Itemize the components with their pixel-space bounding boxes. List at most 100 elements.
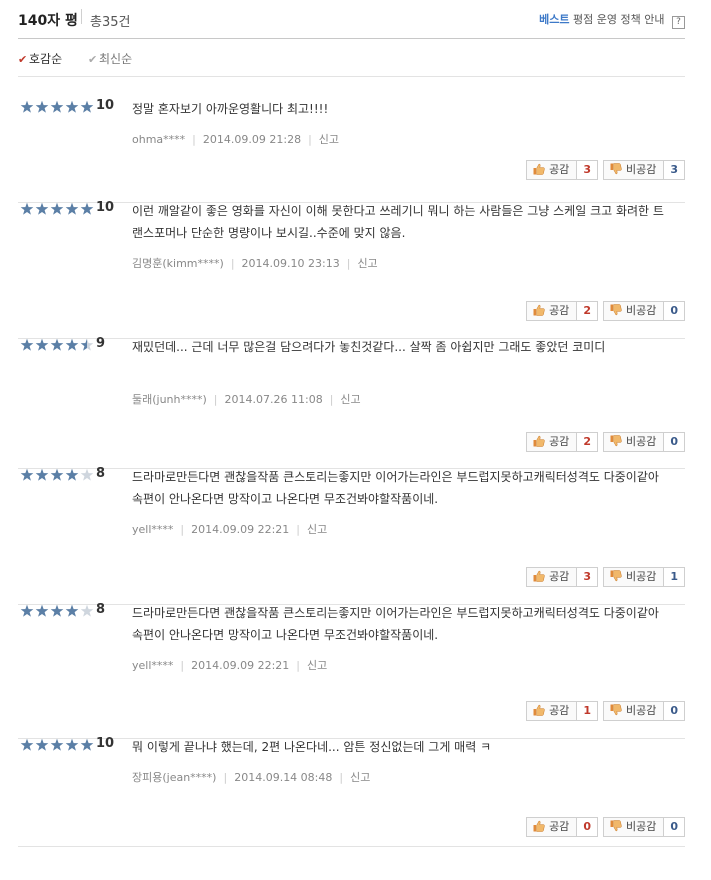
- review-item: 10 뭐 이렇게 끝나냐 했는데, 2편 나온다네... 암튼 정신없는데 그게 …: [18, 736, 685, 847]
- like-count: 2: [576, 433, 597, 451]
- dislike-label: 비공감: [625, 820, 657, 833]
- report-link[interactable]: 신고: [357, 257, 377, 270]
- like-label: 공감: [549, 304, 570, 317]
- thumbs-up-icon: [533, 435, 545, 447]
- thumbs-down-icon: [610, 304, 622, 316]
- best-link[interactable]: 베스트: [539, 13, 569, 26]
- rating-score: 9: [96, 336, 106, 351]
- divider: |: [223, 771, 228, 784]
- divider: |: [308, 133, 312, 146]
- review-author: ohma****: [132, 133, 186, 146]
- rating-stars: [20, 604, 96, 618]
- review-section: 140자 평 총35건 베스트 평점 운영 정책 안내 ? ✔ 호감순 ✔ 최신순 …: [18, 0, 685, 847]
- sort-by-latest[interactable]: ✔ 최신순: [88, 50, 132, 67]
- star-icon: [50, 738, 64, 751]
- review-date: 2014.09.14 08:48: [234, 771, 333, 784]
- like-button[interactable]: 공감 2: [526, 301, 598, 321]
- dislike-count: 3: [663, 161, 684, 179]
- rating-stars: [20, 738, 96, 752]
- like-button[interactable]: 공감 1: [526, 701, 598, 721]
- star-icon: [65, 604, 79, 617]
- vote-buttons: 공감 2 비공감 0: [521, 432, 685, 452]
- dislike-button[interactable]: 비공감 1: [602, 567, 685, 587]
- dislike-count: 0: [663, 702, 684, 720]
- divider: |: [296, 659, 301, 672]
- star-icon: [65, 100, 79, 113]
- review-date: 2014.09.10 23:13: [241, 257, 340, 270]
- rating-stars: [20, 338, 96, 352]
- like-label: 공감: [549, 820, 570, 833]
- review-author: 장피용(jean****): [132, 771, 217, 784]
- star-icon: [50, 468, 64, 481]
- review-date: 2014.09.09 21:28: [202, 133, 302, 146]
- like-count: 0: [576, 818, 597, 836]
- vote-buttons: 공감 3 비공감 1: [521, 567, 685, 587]
- dislike-button[interactable]: 비공감 3: [602, 160, 685, 180]
- star-empty-icon: [80, 468, 94, 481]
- vote-buttons: 공감 2 비공감 0: [521, 301, 685, 321]
- star-rating: [20, 100, 94, 113]
- review-text: 이런 깨알같이 좋은 영화를 자신이 이해 못한다고 쓰레기니 뭐니 하는 사람…: [132, 204, 664, 240]
- vote-buttons: 공감 3 비공감 3: [521, 160, 685, 180]
- report-link[interactable]: 신고: [350, 771, 370, 784]
- star-icon: [80, 738, 94, 751]
- review-text: 정말 혼자보기 아까운영활니다 최고!!!!: [132, 102, 329, 116]
- review-item: 8 드라마로만든다면 괜찮을작품 큰스토리는좋지만 이어가는라인은 부드럽지못하고…: [18, 602, 685, 739]
- rating-score: 8: [96, 602, 106, 617]
- star-icon: [20, 338, 34, 351]
- review-date: 2014.07.26 11:08: [224, 393, 323, 406]
- thumbs-down-icon: [610, 820, 622, 832]
- like-label: 공감: [549, 570, 570, 583]
- dislike-label: 비공감: [625, 704, 657, 717]
- rating-score: 8: [96, 466, 106, 481]
- star-icon: [80, 100, 94, 113]
- like-button[interactable]: 공감 3: [526, 567, 598, 587]
- review-header: 140자 평 총35건 베스트 평점 운영 정책 안내 ?: [18, 0, 685, 39]
- review-author: 둘래(junh****): [132, 393, 207, 406]
- report-link[interactable]: 신고: [307, 523, 327, 536]
- divider: |: [180, 659, 185, 672]
- thumbs-down-icon: [610, 163, 622, 175]
- like-button[interactable]: 공감 3: [526, 160, 598, 180]
- divider: |: [329, 393, 334, 406]
- report-link[interactable]: 신고: [340, 393, 360, 406]
- like-button[interactable]: 공감 2: [526, 432, 598, 452]
- sort-label: 최신순: [99, 52, 133, 66]
- dislike-count: 1: [663, 568, 684, 586]
- star-icon: [80, 202, 94, 215]
- review-meta: yell**** | 2014.09.09 22:21 | 신고: [132, 657, 327, 673]
- star-icon: [35, 338, 49, 351]
- star-icon: [20, 738, 34, 751]
- review-author: 김명훈(kimm****): [132, 257, 224, 270]
- dislike-button[interactable]: 비공감 0: [602, 817, 685, 837]
- dislike-button[interactable]: 비공감 0: [602, 301, 685, 321]
- sort-label: 호감순: [29, 52, 63, 66]
- report-link[interactable]: 신고: [319, 133, 339, 146]
- like-label: 공감: [549, 704, 570, 717]
- star-icon: [35, 738, 49, 751]
- policy-link[interactable]: 베스트 평점 운영 정책 안내 ?: [539, 11, 685, 29]
- sort-by-likes[interactable]: ✔ 호감순: [18, 50, 62, 67]
- star-rating: [20, 738, 94, 751]
- star-icon: [20, 202, 34, 215]
- review-meta: ohma**** | 2014.09.09 21:28 | 신고: [132, 131, 339, 147]
- star-icon: [20, 604, 34, 617]
- dislike-button[interactable]: 비공감 0: [602, 432, 685, 452]
- divider: |: [296, 523, 301, 536]
- help-icon[interactable]: ?: [672, 16, 685, 29]
- star-icon: [50, 202, 64, 215]
- review-text: 재밌던데... 근데 너무 많은걸 담으려다가 놓친것같다... 살짝 좀 아쉽…: [132, 340, 606, 354]
- like-count: 3: [576, 161, 597, 179]
- star-icon: [35, 468, 49, 481]
- dislike-button[interactable]: 비공감 0: [602, 701, 685, 721]
- report-link[interactable]: 신고: [307, 659, 327, 672]
- like-button[interactable]: 공감 0: [526, 817, 598, 837]
- thumbs-up-icon: [533, 704, 545, 716]
- star-icon: [35, 202, 49, 215]
- review-date: 2014.09.09 22:21: [191, 523, 290, 536]
- rating-score: 10: [96, 200, 115, 215]
- like-count: 2: [576, 302, 597, 320]
- divider: |: [230, 257, 235, 270]
- policy-label[interactable]: 평점 운영 정책 안내: [573, 13, 664, 26]
- star-icon: [65, 202, 79, 215]
